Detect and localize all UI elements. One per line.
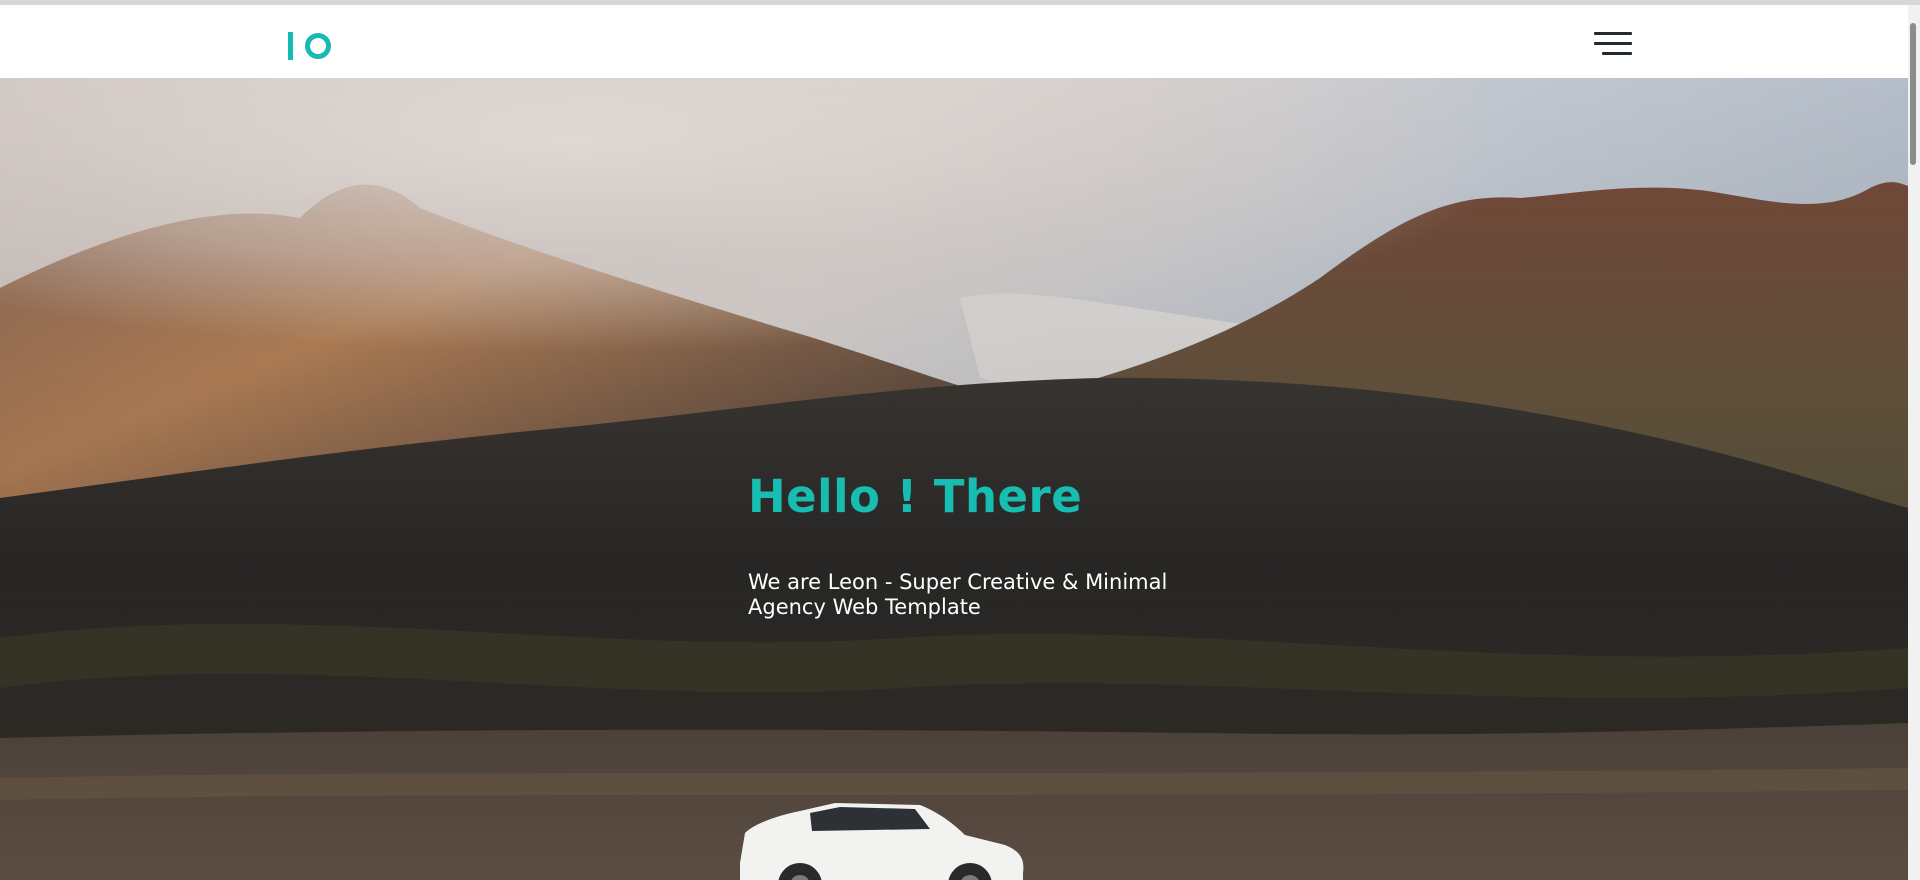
- hamburger-menu-icon[interactable]: [1594, 32, 1632, 56]
- menu-line: [1594, 32, 1632, 35]
- menu-line: [1594, 42, 1632, 45]
- site-logo[interactable]: [288, 31, 331, 61]
- site-header: [0, 5, 1920, 78]
- hero-subtitle: We are Leon - Super Creative & Minimal A…: [748, 570, 1168, 619]
- logo-bar-mark: [288, 32, 293, 60]
- scrollbar[interactable]: [1908, 5, 1920, 880]
- scrollbar-thumb[interactable]: [1910, 23, 1916, 165]
- hero-title: Hello ! There: [748, 470, 1083, 523]
- menu-line: [1602, 52, 1632, 55]
- hero-section: Hello ! There We are Leon - Super Creati…: [0, 78, 1908, 880]
- logo-ring-mark: [305, 33, 331, 59]
